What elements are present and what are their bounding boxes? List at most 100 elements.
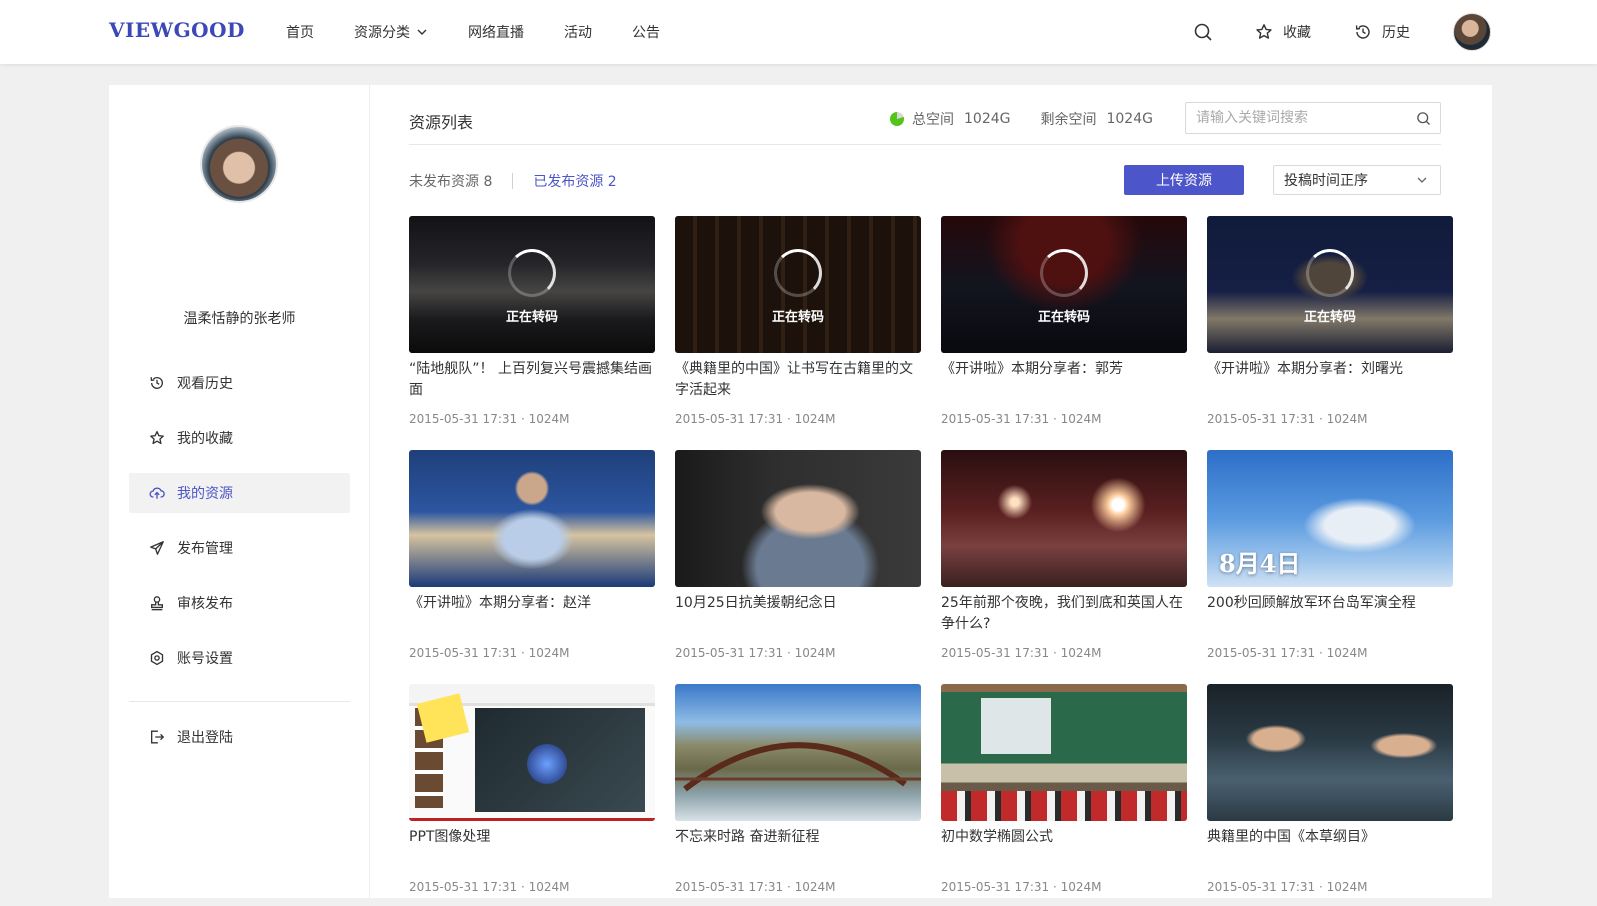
stamp-icon xyxy=(151,596,163,611)
main-nav: 首页 资源分类 网络直播 活动 公告 xyxy=(286,0,700,64)
sidebar-menu: 观看历史 我的收藏 我的资源 发布管理 审核发布 账号设置 xyxy=(129,363,350,693)
logo[interactable]: VIEWGOOD xyxy=(109,18,245,42)
video-thumbnail[interactable] xyxy=(1207,684,1453,821)
video-card[interactable]: 正在转码 《典籍里的中国》让书写在古籍里的文字活起来 2015-05-31 17… xyxy=(675,216,921,438)
video-title[interactable]: 不忘来时路 奋进新征程 xyxy=(675,827,921,848)
sidebar: 温柔恬静的张老师 观看历史 我的收藏 我的资源 发布管理 审核发布 账号设置 退… xyxy=(109,85,370,898)
loading-spinner-icon xyxy=(1306,249,1354,297)
video-title[interactable]: PPT图像处理 xyxy=(409,827,655,848)
video-card[interactable]: 10月25日抗美援朝纪念日 2015-05-31 17:31 · 1024M xyxy=(675,450,921,672)
loading-spinner-icon xyxy=(774,249,822,297)
resource-content: 资源列表 总空间 1024G 剩余空间 1024G 未发布资源 8 已发布资源 … xyxy=(409,85,1459,898)
video-thumbnail[interactable]: 8月4日 xyxy=(1207,450,1453,587)
profile-username: 温柔恬静的张老师 xyxy=(183,311,296,327)
sidebar-item-favorites[interactable]: 我的收藏 xyxy=(129,418,350,458)
page-title: 资源列表 xyxy=(409,113,474,132)
video-meta: 2015-05-31 17:31 · 1024M xyxy=(409,412,570,426)
top-search-button[interactable] xyxy=(1193,0,1213,64)
sidebar-item-publish-management[interactable]: 发布管理 xyxy=(129,528,350,568)
video-meta: 2015-05-31 17:31 · 1024M xyxy=(675,412,836,426)
video-thumbnail[interactable]: 正在转码 xyxy=(941,216,1187,353)
video-title[interactable]: 《开讲啦》本期分享者：郭芳 xyxy=(941,359,1187,380)
thumbnail-date-text: 8月4日 xyxy=(1219,549,1301,578)
user-avatar[interactable] xyxy=(1453,13,1491,51)
video-title[interactable]: 《典籍里的中国》让书写在古籍里的文字活起来 xyxy=(675,359,921,401)
video-card[interactable]: 典籍里的中国《本草纲目》 2015-05-31 17:31 · 1024M xyxy=(1207,684,1453,906)
sidebar-item-review-publish[interactable]: 审核发布 xyxy=(129,583,350,623)
star-icon xyxy=(150,430,164,445)
title-divider xyxy=(409,144,1441,145)
video-title[interactable]: 初中数学椭圆公式 xyxy=(941,827,1187,848)
video-meta: 2015-05-31 17:31 · 1024M xyxy=(409,880,570,894)
video-meta: 2015-05-31 17:31 · 1024M xyxy=(941,646,1102,660)
video-meta: 2015-05-31 17:31 · 1024M xyxy=(675,880,836,894)
video-title[interactable]: 《开讲啦》本期分享者：赵洋 xyxy=(409,593,655,614)
sidebar-item-watch-history[interactable]: 观看历史 xyxy=(129,363,350,403)
nav-announcements[interactable]: 公告 xyxy=(632,22,660,42)
nav-activities[interactable]: 活动 xyxy=(564,22,592,42)
video-title[interactable]: 《开讲啦》本期分享者：刘曙光 xyxy=(1207,359,1453,380)
video-thumbnail[interactable] xyxy=(675,684,921,821)
bridge-graphic xyxy=(675,742,921,792)
favorites-button[interactable]: 收藏 xyxy=(1255,22,1311,42)
sort-select[interactable]: 投稿时间正序 xyxy=(1273,165,1441,195)
main-card: 温柔恬静的张老师 观看历史 我的收藏 我的资源 发布管理 审核发布 账号设置 退… xyxy=(109,85,1492,898)
logout-button[interactable]: 退出登陆 xyxy=(129,717,350,757)
video-card[interactable]: 正在转码 “陆地舰队”！ 上百列复兴号震撼集结画面 2015-05-31 17:… xyxy=(409,216,655,438)
loading-spinner-icon xyxy=(1040,249,1088,297)
video-meta: 2015-05-31 17:31 · 1024M xyxy=(941,412,1102,426)
video-thumbnail[interactable]: 正在转码 xyxy=(409,216,655,353)
video-title[interactable]: 10月25日抗美援朝纪念日 xyxy=(675,593,921,614)
chevron-down-icon xyxy=(1417,177,1427,183)
video-card[interactable]: PPT图像处理 2015-05-31 17:31 · 1024M xyxy=(409,684,655,906)
video-meta: 2015-05-31 17:31 · 1024M xyxy=(409,646,570,660)
transcoding-label: 正在转码 xyxy=(771,310,824,325)
video-thumbnail[interactable]: 正在转码 xyxy=(675,216,921,353)
star-icon xyxy=(1256,24,1272,39)
tab-published[interactable]: 已发布资源 2 xyxy=(533,171,616,191)
video-card[interactable]: 《开讲啦》本期分享者：赵洋 2015-05-31 17:31 · 1024M xyxy=(409,450,655,672)
sidebar-divider xyxy=(129,701,350,702)
video-thumbnail[interactable] xyxy=(675,450,921,587)
video-thumbnail[interactable] xyxy=(409,684,655,821)
video-meta: 2015-05-31 17:31 · 1024M xyxy=(1207,646,1368,660)
video-thumbnail[interactable]: 正在转码 xyxy=(1207,216,1453,353)
video-card[interactable]: 初中数学椭圆公式 2015-05-31 17:31 · 1024M xyxy=(941,684,1187,906)
video-title[interactable]: 典籍里的中国《本草纲目》 xyxy=(1207,827,1453,848)
video-card[interactable]: 不忘来时路 奋进新征程 2015-05-31 17:31 · 1024M xyxy=(675,684,921,906)
send-icon xyxy=(150,541,164,555)
search-icon[interactable] xyxy=(1416,111,1431,126)
sidebar-item-my-resources[interactable]: 我的资源 xyxy=(129,473,350,513)
tab-unpublished[interactable]: 未发布资源 8 xyxy=(409,171,492,191)
resource-tabs: 未发布资源 8 已发布资源 2 xyxy=(409,171,617,191)
upload-resource-button[interactable]: 上传资源 xyxy=(1124,165,1244,195)
profile-avatar xyxy=(200,125,278,203)
video-card[interactable]: 8月4日 200秒回顾解放军环台岛军演全程 2015-05-31 17:31 ·… xyxy=(1207,450,1453,672)
video-meta: 2015-05-31 17:31 · 1024M xyxy=(941,880,1102,894)
video-meta: 2015-05-31 17:31 · 1024M xyxy=(1207,880,1368,894)
storage-pie-icon xyxy=(890,112,904,126)
nav-home[interactable]: 首页 xyxy=(286,22,314,42)
video-meta: 2015-05-31 17:31 · 1024M xyxy=(675,646,836,660)
video-meta: 2015-05-31 17:31 · 1024M xyxy=(1207,412,1368,426)
nav-categories[interactable]: 资源分类 xyxy=(354,22,428,42)
video-card[interactable]: 正在转码 《开讲啦》本期分享者：郭芳 2015-05-31 17:31 · 10… xyxy=(941,216,1187,438)
video-thumbnail[interactable] xyxy=(409,450,655,587)
video-thumbnail[interactable] xyxy=(941,450,1187,587)
video-title[interactable]: “陆地舰队”！ 上百列复兴号震撼集结画面 xyxy=(409,359,655,401)
video-thumbnail[interactable] xyxy=(941,684,1187,821)
logout-icon xyxy=(151,730,165,744)
cloud-upload-icon xyxy=(149,487,165,499)
video-card[interactable]: 25年前那个夜晚，我们到底和英国人在争什么? 2015-05-31 17:31 … xyxy=(941,450,1187,672)
video-title[interactable]: 25年前那个夜晚，我们到底和英国人在争什么? xyxy=(941,593,1187,635)
search-input[interactable] xyxy=(1186,103,1406,133)
sidebar-item-account-settings[interactable]: 账号设置 xyxy=(129,638,350,678)
sort-select-value: 投稿时间正序 xyxy=(1284,173,1368,189)
transcoding-label: 正在转码 xyxy=(1303,310,1356,325)
video-card[interactable]: 正在转码 《开讲啦》本期分享者：刘曙光 2015-05-31 17:31 · 1… xyxy=(1207,216,1453,438)
chevron-down-icon xyxy=(417,29,427,35)
tab-separator xyxy=(512,173,514,189)
nav-live[interactable]: 网络直播 xyxy=(468,22,524,42)
history-button[interactable]: 历史 xyxy=(1354,22,1410,42)
video-title[interactable]: 200秒回顾解放军环台岛军演全程 xyxy=(1207,593,1453,614)
